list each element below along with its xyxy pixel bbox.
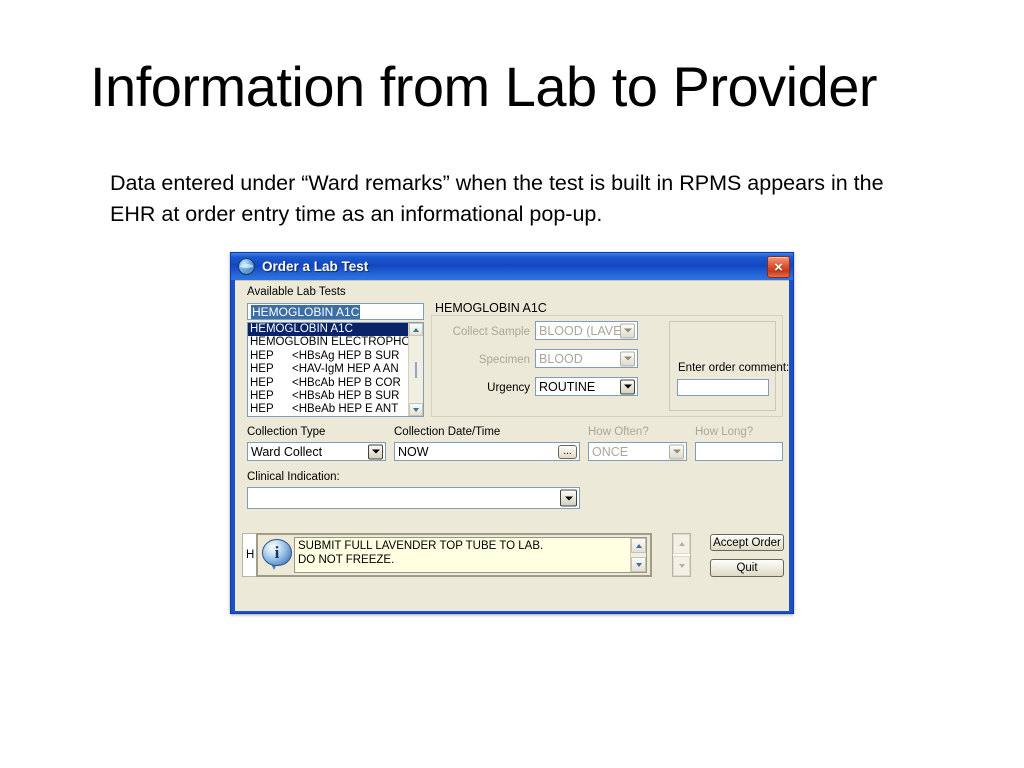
scrollbar-track[interactable] — [409, 336, 423, 403]
clinical-indication-combo[interactable] — [247, 487, 580, 509]
scrollbar-thumb[interactable] — [415, 361, 417, 378]
chevron-down-icon[interactable] — [560, 489, 577, 507]
how-often-label: How Often? — [588, 426, 649, 438]
chevron-down-icon — [620, 323, 635, 338]
window-title: Order a Lab Test — [262, 259, 369, 274]
chevron-down-icon — [413, 407, 419, 412]
order-lab-test-window: Order a Lab Test × Available Lab Tests H… — [230, 252, 794, 614]
list-item[interactable]: HEP <HBsAb HEP B SUR — [248, 390, 408, 403]
chevron-down-icon[interactable] — [368, 444, 383, 459]
info-icon: i — [262, 539, 292, 571]
list-item-col1: HEP — [250, 403, 274, 416]
list-item[interactable]: HEMOGLOBIN A1C — [248, 323, 408, 337]
list-item-col1: HEP — [250, 376, 274, 389]
test-detail-group: Collect Sample BLOOD (LAVE Specimen BLOO… — [431, 315, 789, 417]
quantity-stepper[interactable] — [672, 533, 691, 577]
available-lab-tests-listbox[interactable]: HEMOGLOBIN A1C HEMOGLOBIN ELECTROPHO HEP… — [247, 322, 424, 417]
list-item[interactable]: HEP <HBcAb HEP B COR — [248, 377, 408, 390]
how-long-input[interactable] — [695, 442, 783, 461]
quit-button[interactable]: Quit — [710, 559, 784, 577]
how-long-label: How Long? — [695, 426, 754, 438]
list-item-col2: <HBsAb HEP B SUR — [292, 389, 400, 402]
chevron-down-icon — [635, 562, 642, 567]
collection-type-label: Collection Type — [247, 426, 326, 438]
page-title: Information from Lab to Provider — [90, 55, 878, 118]
hidden-field-label: H — [246, 549, 255, 561]
popup-line: SUBMIT FULL LAVENDER TOP TUBE TO LAB. — [298, 540, 544, 552]
selected-test-name: HEMOGLOBIN A1C — [433, 301, 549, 315]
list-item-col2: <HBcAb HEP B COR — [292, 376, 401, 389]
list-item[interactable]: HEP <HAV-IgM HEP A AN — [248, 363, 408, 376]
order-comment-panel: Enter order comment: — [669, 321, 789, 411]
slide-body-text: Data entered under “Ward remarks” when t… — [110, 171, 884, 226]
chevron-up-icon — [678, 542, 685, 546]
list-item[interactable]: HEP <HBsAg HEP B SUR — [248, 350, 408, 363]
list-item-col1: HEMOGLOBIN ELECTROPHO — [250, 336, 408, 349]
ward-remarks-popup: i SUBMIT FULL LAVENDER TOP TUBE TO LAB. … — [256, 533, 652, 577]
chevron-down-icon[interactable] — [620, 379, 635, 394]
stepper-down-button[interactable] — [673, 556, 690, 576]
dialog-client-area: Available Lab Tests HEMOGLOBIN A1C HEMOG… — [235, 280, 789, 611]
collection-type-combo[interactable]: Ward Collect — [247, 442, 386, 461]
scroll-up-button[interactable] — [409, 323, 423, 336]
list-item-col1: HEP — [250, 349, 274, 362]
collect-sample-value: BLOOD (LAVE — [539, 323, 622, 338]
collection-datetime-value: NOW — [398, 444, 429, 459]
list-item[interactable]: HEMOGLOBIN ELECTROPHO — [248, 336, 408, 349]
how-often-value: ONCE — [592, 444, 629, 459]
list-item-col2: <HBeAb HEP E ANT — [292, 403, 399, 416]
collect-sample-combo: BLOOD (LAVE — [535, 321, 638, 340]
order-comment-label: Enter order comment: — [678, 362, 790, 374]
collection-type-value: Ward Collect — [251, 444, 323, 459]
popup-line: DO NOT FREEZE. — [298, 554, 395, 566]
chevron-up-icon — [413, 327, 419, 332]
info-icon-glyph: i — [274, 543, 280, 562]
specimen-combo: BLOOD — [535, 349, 638, 368]
list-item-col1: HEP — [250, 363, 274, 376]
list-item[interactable]: HEP <HBeAb HEP E ANT — [248, 403, 408, 416]
chevron-down-icon — [669, 444, 684, 459]
scroll-up-button[interactable] — [631, 538, 646, 553]
clinical-indication-label: Clinical Indication: — [247, 471, 340, 483]
listbox-items: HEMOGLOBIN A1C HEMOGLOBIN ELECTROPHO HEP… — [248, 323, 408, 416]
order-comment-input[interactable] — [677, 379, 769, 396]
collection-datetime-input[interactable]: NOW — [394, 442, 580, 461]
popup-scrollbar[interactable] — [630, 538, 646, 572]
listbox-scrollbar[interactable] — [408, 323, 423, 416]
chevron-up-icon — [635, 543, 642, 548]
accept-order-button[interactable]: Accept Order — [710, 534, 784, 551]
accept-order-label: Accept Order — [713, 536, 781, 549]
scroll-down-button[interactable] — [631, 557, 646, 572]
window-titlebar[interactable]: Order a Lab Test × — [231, 253, 793, 280]
specimen-label: Specimen — [478, 354, 530, 366]
collection-datetime-label: Collection Date/Time — [394, 426, 501, 438]
chevron-down-icon — [678, 564, 685, 568]
list-item-col1: HEMOGLOBIN A1C — [250, 323, 353, 335]
stepper-up-button[interactable] — [673, 534, 690, 554]
close-icon: × — [774, 258, 783, 276]
lab-test-search-input[interactable]: HEMOGLOBIN A1C — [247, 303, 424, 320]
collect-sample-label: Collect Sample — [452, 326, 530, 338]
urgency-combo[interactable]: ROUTINE — [535, 377, 638, 396]
info-icon-bubble: i — [262, 539, 292, 566]
popup-message-box[interactable]: SUBMIT FULL LAVENDER TOP TUBE TO LAB. DO… — [294, 537, 647, 573]
popup-message-lines: SUBMIT FULL LAVENDER TOP TUBE TO LAB. DO… — [295, 538, 630, 572]
available-lab-tests-label: Available Lab Tests — [247, 286, 346, 298]
chevron-down-icon — [620, 351, 635, 366]
datetime-picker-button[interactable]: ... — [558, 445, 577, 459]
close-button[interactable]: × — [767, 256, 790, 278]
list-item-col2: <HBsAg HEP B SUR — [292, 349, 400, 362]
urgency-value: ROUTINE — [539, 379, 596, 394]
app-globe-icon — [238, 258, 255, 275]
specimen-value: BLOOD — [539, 351, 583, 366]
scroll-down-button[interactable] — [409, 403, 423, 416]
list-item-col2: <HAV-IgM HEP A AN — [292, 363, 399, 376]
urgency-label: Urgency — [487, 382, 530, 394]
ellipsis-icon: ... — [563, 446, 572, 457]
how-often-combo: ONCE — [588, 442, 687, 461]
lab-test-search-value: HEMOGLOBIN A1C — [251, 304, 361, 319]
quit-label: Quit — [736, 562, 758, 574]
list-item-col1: HEP — [250, 389, 274, 402]
